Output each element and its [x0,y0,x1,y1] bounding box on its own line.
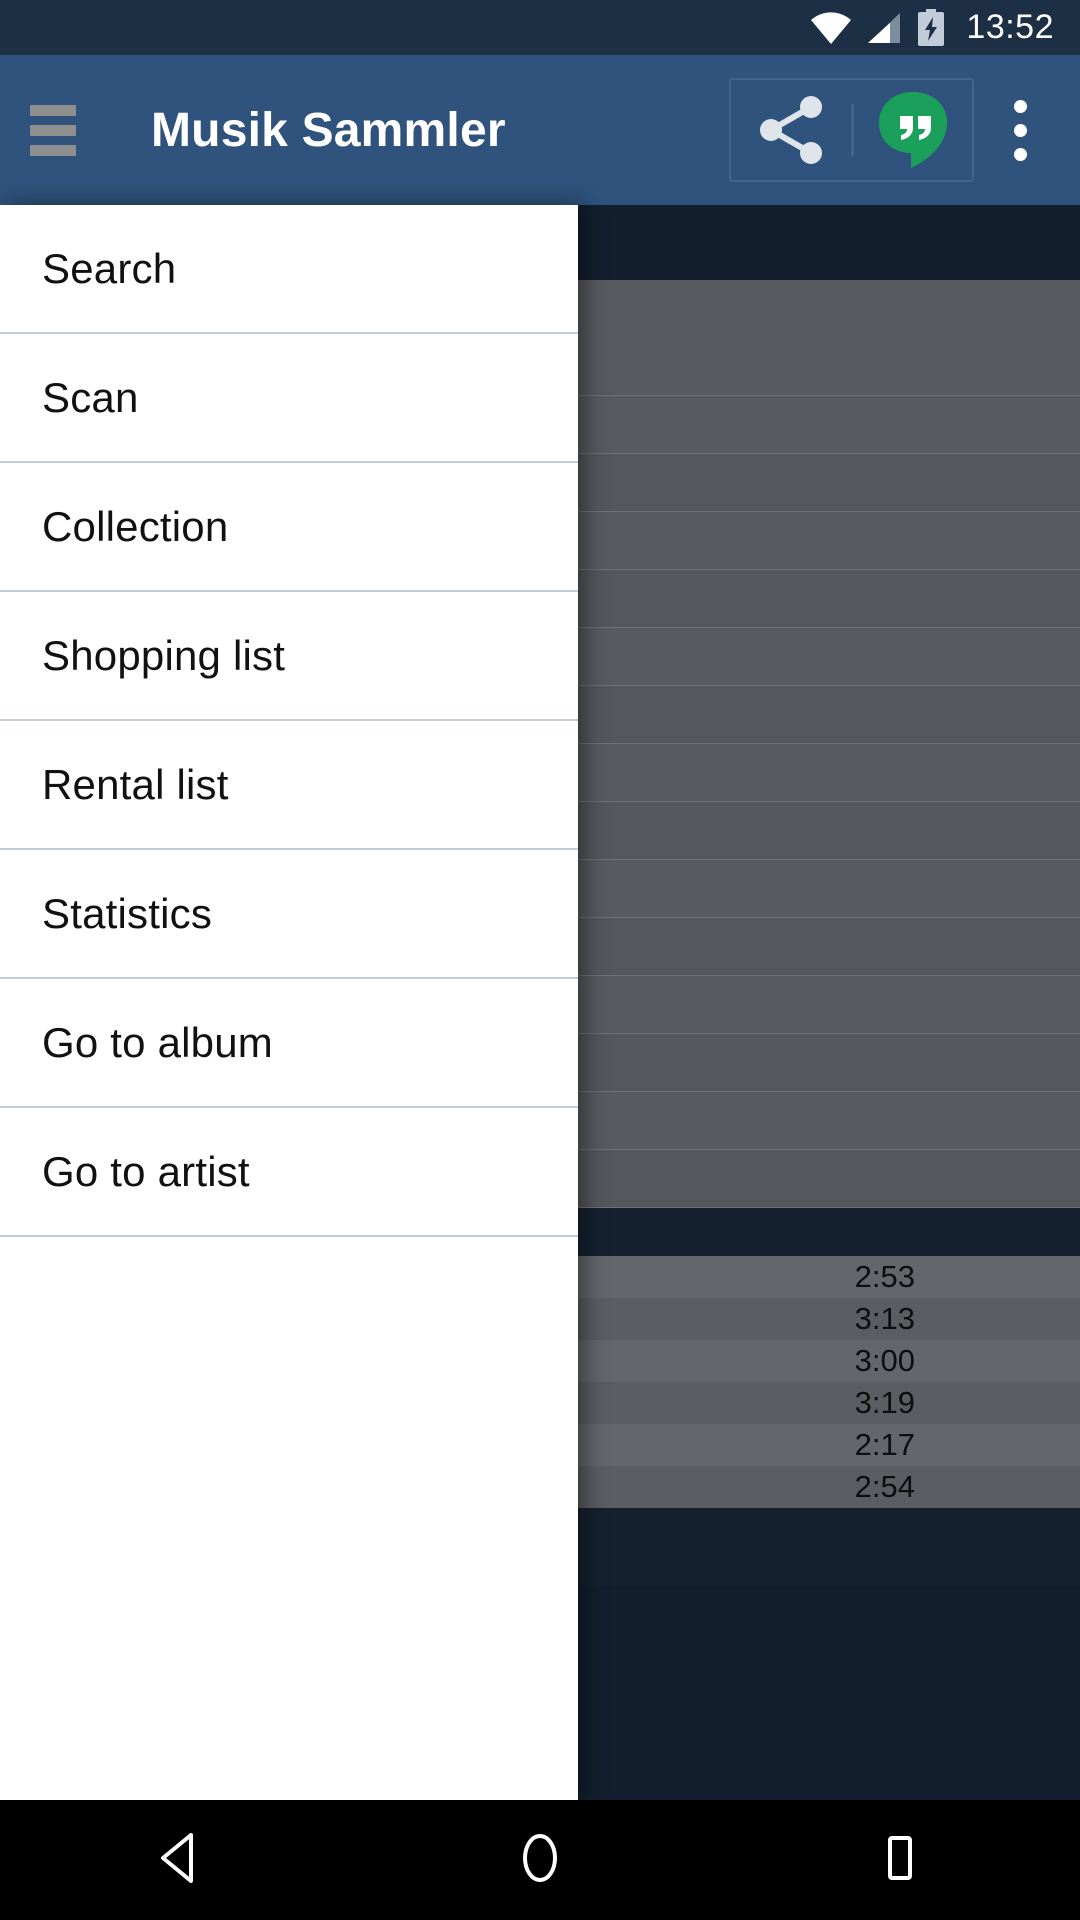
track-duration: 3:19 [854,1385,915,1420]
track-duration: 2:53 [854,1259,915,1294]
status-bar: 13:52 [0,0,1080,55]
drawer-item-label: Collection [42,502,229,550]
home-circle-icon [517,1832,563,1889]
back-button[interactable] [0,1832,360,1889]
app-bar-actions [729,55,1080,205]
home-button[interactable] [360,1832,720,1889]
back-triangle-icon [157,1832,203,1889]
drawer-item-label: Go to album [42,1018,273,1066]
track-duration: 3:13 [854,1301,915,1336]
drawer-item-rental-list[interactable]: Rental list [0,721,578,850]
drawer-item-search[interactable]: Search [0,205,578,334]
navigation-drawer: Search Scan Collection Shopping list Ren… [0,205,578,1920]
drawer-item-collection[interactable]: Collection [0,463,578,592]
drawer-item-shopping-list[interactable]: Shopping list [0,592,578,721]
wifi-icon [810,11,852,45]
drawer-item-statistics[interactable]: Statistics [0,850,578,979]
track-duration: 2:54 [854,1469,915,1504]
overflow-menu-icon[interactable] [974,80,1066,180]
drawer-item-label: Scan [42,373,139,421]
share-icon[interactable] [731,80,851,180]
cellular-signal-icon [866,11,902,45]
page-title: Musik Sammler [151,103,506,157]
track-duration: 3:00 [854,1343,915,1378]
drawer-item-go-to-album[interactable]: Go to album [0,979,578,1108]
battery-charging-icon [916,8,946,47]
phone-screen: 13:52 Musik Sammler 2:53 3:13 3:00 3:19 … [0,0,1080,1920]
drawer-item-go-to-artist[interactable]: Go to artist [0,1108,578,1237]
status-bar-clock: 13:52 [966,8,1054,46]
track-duration: 2:17 [854,1427,915,1462]
hamburger-menu-icon[interactable] [30,104,76,156]
recents-button[interactable] [720,1832,1080,1889]
drawer-item-label: Go to artist [42,1147,250,1195]
drawer-item-scan[interactable]: Scan [0,334,578,463]
drawer-item-label: Statistics [42,889,213,937]
drawer-item-label: Search [42,244,177,292]
drawer-item-label: Rental list [42,760,229,808]
drawer-item-label: Shopping list [42,631,286,679]
hangouts-icon[interactable] [854,80,972,180]
system-navigation-bar [0,1800,1080,1920]
share-target-group [729,78,974,182]
recents-square-icon [877,1832,923,1889]
app-bar: Musik Sammler [0,55,1080,205]
